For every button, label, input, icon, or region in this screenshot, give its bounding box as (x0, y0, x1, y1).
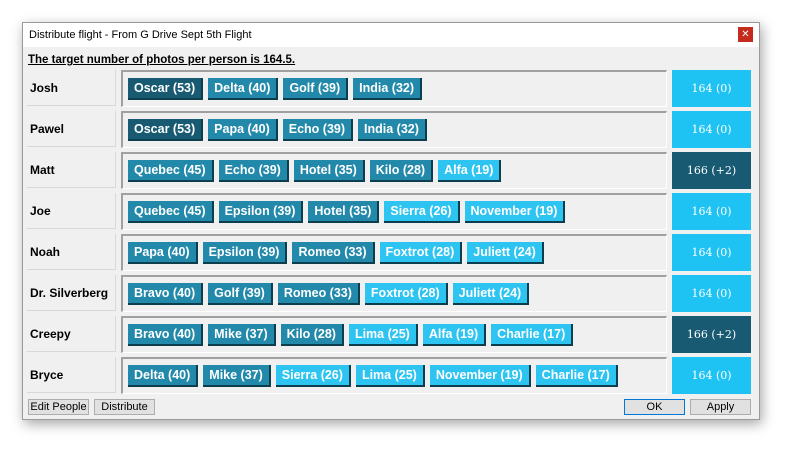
flight-chip[interactable]: Hotel (35) (293, 160, 365, 182)
person-row: Bryce Delta (40) Mike (37) Sierra (26) Lima … (27, 357, 755, 395)
apply-button[interactable]: Apply (690, 399, 751, 415)
flight-chip[interactable]: Epsilon (39) (202, 242, 288, 264)
total-badge: 164 (0) (672, 193, 751, 230)
flight-chip[interactable]: Foxtrot (28) (364, 283, 448, 305)
flight-chip[interactable]: Quebec (45) (128, 160, 214, 182)
close-button[interactable]: ✕ (738, 27, 753, 42)
person-row: Creepy Bravo (40) Mike (37) Kilo (28) Lima (… (27, 316, 755, 354)
total-badge: 166 (+2) (672, 152, 751, 189)
flight-chip[interactable]: Juliett (24) (467, 242, 544, 264)
distribute-button[interactable]: Distribute (94, 399, 155, 415)
flight-chip[interactable]: Foxtrot (28) (379, 242, 463, 264)
person-row: Matt Quebec (45) Echo (39) Hotel (35) Kilo (… (27, 152, 755, 190)
flight-chip[interactable]: Alfa (19) (438, 160, 502, 182)
person-name: Dr. Silverberg (27, 275, 116, 311)
flight-chip[interactable]: Oscar (53) (128, 78, 204, 100)
flight-chip[interactable]: Hotel (35) (308, 201, 380, 223)
person-row: Pawel Oscar (53) Papa (40) Echo (39) India (… (27, 111, 755, 149)
flight-chip[interactable]: Bravo (40) (128, 324, 204, 346)
flight-chip[interactable]: Charlie (17) (491, 324, 574, 346)
ok-button[interactable]: OK (624, 399, 685, 415)
flight-chip[interactable]: Romeo (33) (277, 283, 360, 305)
close-icon: ✕ (741, 29, 750, 40)
person-name: Joe (27, 193, 116, 229)
flight-bin[interactable]: Oscar (53) Delta (40) Golf (39) India (32) (121, 70, 667, 107)
flight-chip[interactable]: Papa (40) (128, 242, 198, 264)
flight-chip[interactable]: November (19) (429, 365, 531, 387)
flight-chip[interactable]: Echo (39) (282, 119, 354, 141)
flight-chip[interactable]: Delta (40) (128, 365, 199, 387)
flight-chip[interactable]: India (32) (353, 78, 423, 100)
person-name: Matt (27, 152, 116, 188)
person-row: Noah Papa (40) Epsilon (39) Romeo (33) Foxtr… (27, 234, 755, 272)
total-badge: 164 (0) (672, 234, 751, 271)
person-row: Dr. Silverberg Bravo (40) Golf (39) Romeo (… (27, 275, 755, 313)
flight-chip[interactable]: India (32) (358, 119, 427, 141)
person-rows: Josh Oscar (53) Delta (40) Golf (39) India (… (27, 70, 755, 398)
flight-chip[interactable]: Golf (39) (208, 283, 273, 305)
flight-chip[interactable]: Sierra (26) (275, 365, 351, 387)
flight-chip[interactable]: Lima (25) (348, 324, 418, 346)
person-name: Josh (27, 70, 116, 106)
window-title: Distribute flight - From G Drive Sept 5t… (29, 29, 252, 41)
flight-bin[interactable]: Oscar (53) Papa (40) Echo (39) India (32) (121, 111, 667, 148)
flight-chip[interactable]: Delta (40) (208, 78, 279, 100)
total-badge: 164 (0) (672, 275, 751, 312)
person-name: Creepy (27, 316, 116, 352)
total-badge: 166 (+2) (672, 316, 751, 353)
flight-chip[interactable]: Juliett (24) (452, 283, 530, 305)
person-name: Bryce (27, 357, 116, 393)
flight-chip[interactable]: Quebec (45) (128, 201, 214, 223)
flight-chip[interactable]: Mike (37) (208, 324, 276, 346)
flight-bin[interactable]: Delta (40) Mike (37) Sierra (26) Lima (25) N… (121, 357, 667, 394)
flight-chip[interactable]: November (19) (464, 201, 566, 223)
flight-bin[interactable]: Bravo (40) Mike (37) Kilo (28) Lima (25) Alf… (121, 316, 667, 353)
flight-bin[interactable]: Quebec (45) Epsilon (39) Hotel (35) Sierra … (121, 193, 667, 230)
person-name: Noah (27, 234, 116, 270)
flight-chip[interactable]: Oscar (53) (128, 119, 204, 141)
person-name: Pawel (27, 111, 116, 147)
flight-chip[interactable]: Sierra (26) (384, 201, 460, 223)
target-text: The target number of photos per person i… (28, 54, 296, 66)
total-badge: 164 (0) (672, 70, 751, 107)
flight-chip[interactable]: Romeo (33) (292, 242, 375, 264)
title-bar: Distribute flight - From G Drive Sept 5t… (23, 23, 759, 47)
flight-bin[interactable]: Papa (40) Epsilon (39) Romeo (33) Foxtrot (… (121, 234, 667, 271)
edit-people-button[interactable]: Edit People (28, 399, 89, 415)
flight-chip[interactable]: Kilo (28) (280, 324, 344, 346)
flight-chip[interactable]: Golf (39) (283, 78, 349, 100)
flight-chip[interactable]: Echo (39) (218, 160, 289, 182)
person-row: Josh Oscar (53) Delta (40) Golf (39) India (… (27, 70, 755, 108)
flight-chip[interactable]: Lima (25) (355, 365, 425, 387)
total-badge: 164 (0) (672, 111, 751, 148)
flight-bin[interactable]: Quebec (45) Echo (39) Hotel (35) Kilo (28) A… (121, 152, 667, 189)
total-badge: 164 (0) (672, 357, 751, 394)
distribute-dialog: Distribute flight - From G Drive Sept 5t… (22, 22, 760, 420)
flight-chip[interactable]: Bravo (40) (128, 283, 204, 305)
flight-bin[interactable]: Bravo (40) Golf (39) Romeo (33) Foxtrot (28… (121, 275, 667, 312)
person-row: Joe Quebec (45) Epsilon (39) Hotel (35) Sier… (27, 193, 755, 231)
flight-chip[interactable]: Alfa (19) (422, 324, 487, 346)
flight-chip[interactable]: Papa (40) (208, 119, 278, 141)
flight-chip[interactable]: Mike (37) (203, 365, 271, 387)
flight-chip[interactable]: Epsilon (39) (218, 201, 304, 223)
flight-chip[interactable]: Charlie (17) (535, 365, 618, 387)
flight-chip[interactable]: Kilo (28) (369, 160, 434, 182)
